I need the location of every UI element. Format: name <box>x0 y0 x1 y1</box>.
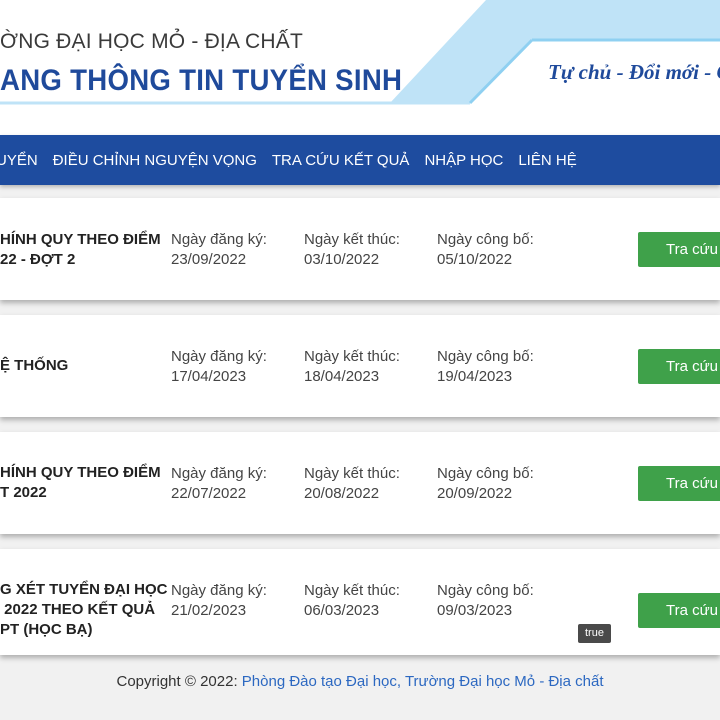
admission-card: HÍNH QUY THEO ĐIỂM 22 - ĐỢT 2 Ngày đăng … <box>0 198 720 300</box>
admission-card: G XÉT TUYỂN ĐẠI HỌC 2022 THEO KẾT QUẢ PT… <box>0 549 720 655</box>
registration-label: Ngày đăng ký: <box>171 231 267 248</box>
lookup-result-button[interactable]: Tra cứu k <box>638 349 720 384</box>
publish-date: 09/03/2023 <box>437 602 513 619</box>
publish-label: Ngày công bố: <box>437 465 534 482</box>
end-label: Ngày kết thúc: <box>304 582 400 599</box>
publish-label: Ngày công bố: <box>437 582 534 599</box>
registration-date: 17/04/2023 <box>171 368 247 385</box>
publish-date: 05/10/2022 <box>437 251 513 268</box>
end-label: Ngày kết thúc: <box>304 465 400 482</box>
lookup-result-button[interactable]: Tra cứu k <box>638 593 720 628</box>
end-date: 20/08/2022 <box>304 485 380 502</box>
registration-date: 23/09/2022 <box>171 251 247 268</box>
lookup-result-button[interactable]: Tra cứu k <box>638 232 720 267</box>
footer: Copyright © 2022: Phòng Đào tạo Đại học,… <box>0 673 720 690</box>
end-date: 18/04/2023 <box>304 368 380 385</box>
nav-item-lien-he[interactable]: LIÊN HỆ <box>518 152 576 169</box>
publish-label: Ngày công bố: <box>437 348 534 365</box>
end-date: 03/10/2022 <box>304 251 380 268</box>
nav-item-xet-tuyen[interactable]: UYỂN <box>0 152 38 169</box>
nav-item-nhap-hoc[interactable]: NHẬP HỌC <box>424 152 503 169</box>
card-title: HÍNH QUY THEO ĐIỂM T 2022 <box>0 464 161 501</box>
registration-label: Ngày đăng ký: <box>171 582 267 599</box>
school-name: ỜNG ĐẠI HỌC MỎ - ĐỊA CHẤT <box>0 30 304 53</box>
copyright-text: Copyright © 2022: <box>116 673 242 690</box>
footer-link[interactable]: Phòng Đào tạo Đại học, Trường Đại học Mỏ… <box>242 673 604 690</box>
registration-date: 21/02/2023 <box>171 602 247 619</box>
registration-label: Ngày đăng ký: <box>171 465 267 482</box>
main-nav: UYỂN ĐIỀU CHỈNH NGUYỆN VỌNG TRA CỨU KẾT … <box>0 135 720 185</box>
lookup-result-button[interactable]: Tra cứu k <box>638 466 720 501</box>
nav-item-tra-cuu-ket-qua[interactable]: TRA CỨU KẾT QUẢ <box>272 152 410 169</box>
publish-date: 19/04/2023 <box>437 368 513 385</box>
end-label: Ngày kết thúc: <box>304 348 400 365</box>
admission-card: HÍNH QUY THEO ĐIỂM T 2022 Ngày đăng ký: … <box>0 432 720 534</box>
card-title: G XÉT TUYỂN ĐẠI HỌC 2022 THEO KẾT QUẢ PT… <box>0 581 168 638</box>
end-label: Ngày kết thúc: <box>304 231 400 248</box>
registration-date: 22/07/2022 <box>171 485 247 502</box>
portal-title: ANG THÔNG TIN TUYỂN SINH <box>0 64 403 97</box>
slogan: Tự chủ - Đổi mới - C <box>548 60 720 84</box>
site-header: ỜNG ĐẠI HỌC MỎ - ĐỊA CHẤT ANG THÔNG TIN … <box>0 0 720 135</box>
card-title: HÍNH QUY THEO ĐIỂM 22 - ĐỢT 2 <box>0 231 161 268</box>
admission-card: Ệ THỐNG Ngày đăng ký: 17/04/2023 Ngày kế… <box>0 315 720 417</box>
card-title: Ệ THỐNG <box>0 357 69 374</box>
registration-label: Ngày đăng ký: <box>171 348 267 365</box>
end-date: 06/03/2023 <box>304 602 380 619</box>
nav-item-dieu-chinh-nguyen-vong[interactable]: ĐIỀU CHỈNH NGUYỆN VỌNG <box>53 152 257 169</box>
publish-label: Ngày công bố: <box>437 231 534 248</box>
tooltip: true <box>578 624 611 643</box>
publish-date: 20/09/2022 <box>437 485 513 502</box>
